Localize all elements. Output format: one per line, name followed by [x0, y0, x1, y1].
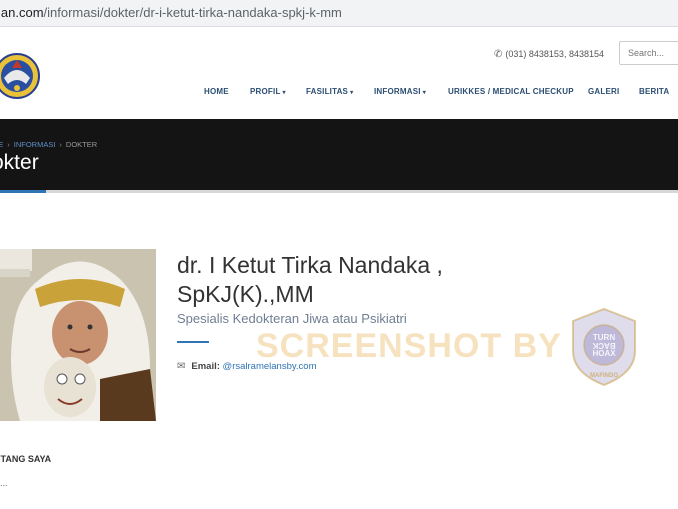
- banner-divider: [0, 190, 678, 193]
- doctor-name: dr. I Ketut Tirka Nandaka , SpKJ(K).,MM: [177, 252, 443, 307]
- svg-text:MAFINDO: MAFINDO: [590, 373, 618, 379]
- page-title: okter: [0, 151, 39, 174]
- envelope-icon: ✉: [177, 361, 186, 372]
- doctor-photo: [0, 249, 156, 421]
- nav-fasilitas[interactable]: FASILITAS ▾: [306, 87, 353, 96]
- watermark-text: SCREENSHOT BY: [256, 327, 562, 365]
- svg-text:TURN: TURN: [593, 333, 615, 342]
- address-bar[interactable]: lan.com/informasi/dokter/dr-i-ketut-tirk…: [0, 0, 678, 27]
- breadcrumb-home[interactable]: ME: [0, 140, 3, 149]
- about-heading: NTANG SAYA: [0, 454, 52, 464]
- banner-accent: [0, 190, 46, 193]
- mafindo-watermark-badge: TURN BACK HOAX MAFINDO: [572, 307, 636, 387]
- nav-berita[interactable]: BERITA: [639, 87, 669, 96]
- nav-home[interactable]: HOME: [204, 87, 229, 96]
- nav-informasi[interactable]: INFORMASI ▾: [374, 87, 426, 96]
- chevron-down-icon: ▾: [282, 90, 286, 96]
- breadcrumb: ME›INFORMASI›DOKTER: [0, 140, 97, 149]
- nav-urikkes[interactable]: URIKKES / MEDICAL CHECKUP: [448, 87, 574, 96]
- hospital-logo[interactable]: [0, 48, 40, 102]
- nav-galeri[interactable]: GALERI: [588, 87, 619, 96]
- url-text: lan.com/informasi/dokter/dr-i-ketut-tirk…: [0, 5, 342, 20]
- info-divider: [177, 341, 209, 343]
- svg-text:HOAX: HOAX: [592, 349, 616, 358]
- about-text: ...: [0, 478, 8, 488]
- search-input[interactable]: [619, 41, 678, 65]
- breadcrumb-current: DOKTER: [65, 140, 98, 149]
- page-banner: [0, 119, 678, 190]
- chevron-down-icon: ▾: [422, 90, 426, 96]
- nav-profil[interactable]: PROFIL ▾: [250, 87, 286, 96]
- chevron-down-icon: ▾: [350, 90, 354, 96]
- phone-icon: ✆: [494, 49, 503, 60]
- breadcrumb-informasi[interactable]: INFORMASI: [14, 140, 56, 149]
- phone-number: ✆ (031) 8438153, 8438154: [494, 49, 604, 60]
- doctor-specialty: Spesialis Kedokteran Jiwa atau Psikiatri: [177, 311, 407, 326]
